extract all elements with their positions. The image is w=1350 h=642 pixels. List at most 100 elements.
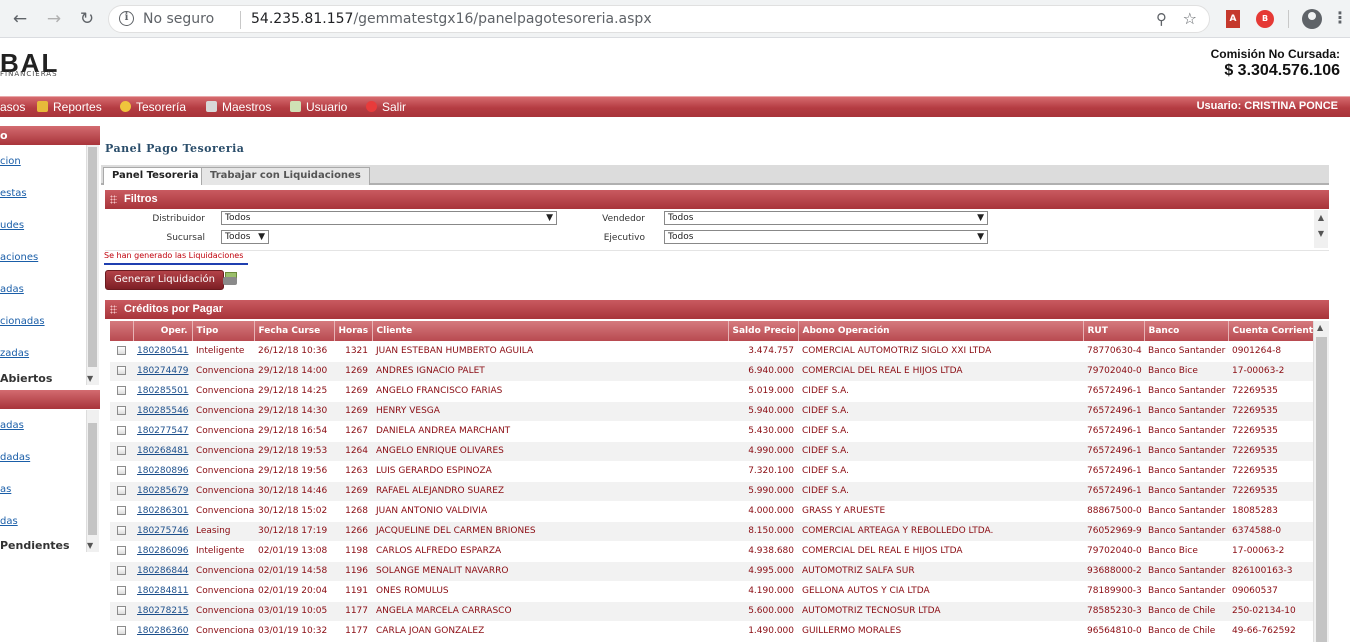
sucursal-select[interactable]: Todos ▼	[221, 230, 269, 244]
forward-icon[interactable]: →	[43, 8, 65, 30]
sidebar-link[interactable]: cionadas	[0, 316, 45, 327]
sidebar-link[interactable]: zadas	[0, 348, 29, 359]
banco-cell: Banco Santander	[1144, 461, 1228, 482]
row-checkbox[interactable]	[117, 606, 126, 615]
sidebar-link[interactable]: dadas	[0, 452, 30, 463]
scroll-down-icon[interactable]: ▼	[87, 374, 93, 383]
cliente-cell: ANGELO FRANCISCO FARIAS	[372, 381, 728, 402]
sidebar-section-abiertos[interactable]: Abiertos	[0, 372, 52, 385]
oper-link[interactable]: 180278215	[133, 601, 192, 622]
scroll-down-icon[interactable]: ▼	[87, 541, 93, 550]
row-checkbox[interactable]	[117, 366, 126, 375]
extension-icon[interactable]: B	[1256, 10, 1274, 28]
row-checkbox[interactable]	[117, 546, 126, 555]
menu-reportes[interactable]: Reportes	[37, 100, 102, 114]
table-scrollbar[interactable]: ▲	[1313, 321, 1329, 642]
reload-icon[interactable]: ↻	[76, 8, 98, 30]
column-header-banco[interactable]: Banco	[1144, 321, 1229, 341]
table-scroll-thumb[interactable]	[1316, 337, 1327, 642]
sidebar-section-pendientes[interactable]: Pendientes	[0, 539, 70, 552]
sidebar-link[interactable]: das	[0, 516, 18, 527]
column-header-abono[interactable]: Abono Operación	[798, 321, 1084, 341]
row-checkbox[interactable]	[117, 466, 126, 475]
row-checkbox-cell	[110, 501, 133, 522]
vendedor-select[interactable]: Todos ▼	[664, 211, 988, 225]
row-checkbox[interactable]	[117, 426, 126, 435]
tab-panel-tesoreria[interactable]: Panel Tesoreria	[103, 167, 208, 185]
row-checkbox[interactable]	[117, 345, 126, 355]
sidebar-link[interactable]: estas	[0, 188, 27, 199]
filters-scrollbar[interactable]: ▲ ▼	[1314, 210, 1328, 248]
sidebar-link[interactable]: adas	[0, 420, 24, 431]
oper-link[interactable]: 180284811	[133, 581, 192, 602]
ejecutivo-select[interactable]: Todos ▼	[664, 230, 988, 244]
oper-link[interactable]: 180275746	[133, 521, 192, 542]
row-checkbox[interactable]	[117, 526, 126, 535]
generar-liquidacion-button[interactable]: Generar Liquidación	[105, 270, 224, 290]
row-checkbox[interactable]	[117, 626, 126, 635]
saldo-cell: 4.990.000	[728, 441, 798, 462]
menu-kebab-icon[interactable]: ⋮	[1332, 8, 1348, 27]
star-icon[interactable]: ☆	[1183, 9, 1197, 28]
sidebar-link[interactable]: aciones	[0, 252, 38, 263]
sidebar-scroll-thumb[interactable]	[88, 147, 97, 367]
oper-link[interactable]: 180286844	[133, 561, 192, 582]
chevron-down-icon: ▼	[258, 232, 265, 242]
row-checkbox[interactable]	[117, 506, 126, 515]
back-icon[interactable]: ←	[9, 8, 31, 30]
menu-usuario[interactable]: Usuario	[290, 100, 347, 114]
info-icon[interactable]: i	[119, 11, 134, 26]
oper-link[interactable]: 180277547	[133, 421, 192, 442]
oper-link[interactable]: 180274479	[133, 361, 192, 382]
oper-link[interactable]: 180286096	[133, 541, 192, 562]
sidebar-link[interactable]: cion	[0, 156, 21, 167]
oper-link[interactable]: 180280541	[133, 341, 192, 362]
address-bar[interactable]: i No seguro 54.235.81.157/gemmatestgx16/…	[108, 5, 1210, 33]
sidebar-link[interactable]: udes	[0, 220, 24, 231]
oper-link[interactable]: 180268481	[133, 441, 192, 462]
menu-tesoreria[interactable]: Tesorería	[120, 100, 186, 114]
column-header-horas[interactable]: Horas	[334, 321, 373, 341]
row-checkbox[interactable]	[117, 446, 126, 455]
filtros-header: Filtros	[105, 190, 1329, 209]
column-header-tipo[interactable]: Tipo	[192, 321, 255, 341]
column-header-cliente[interactable]: Cliente	[372, 321, 729, 341]
row-checkbox[interactable]	[117, 386, 126, 395]
fecha-cell: 02/01/19 14:58	[254, 561, 334, 582]
scroll-up-icon[interactable]: ▲	[1317, 323, 1323, 332]
column-header-oper[interactable]: Oper.	[133, 321, 193, 341]
menu-salir[interactable]: Salir	[366, 100, 406, 114]
row-checkbox[interactable]	[117, 586, 126, 595]
tab-trabajar-liquidaciones[interactable]: Trabajar con Liquidaciones	[201, 167, 370, 185]
tipo-cell: Inteligente	[192, 541, 254, 562]
row-checkbox[interactable]	[117, 566, 126, 575]
print-icon[interactable]	[223, 272, 237, 286]
abono-cell: CIDEF S.A.	[798, 481, 1083, 502]
url-text[interactable]: 54.235.81.157/gemmatestgx16/panelpagotes…	[251, 11, 652, 27]
sidebar-scroll-thumb-2[interactable]	[88, 423, 97, 535]
column-header-fecha[interactable]: Fecha Curse	[254, 321, 335, 341]
menu-procesos[interactable]: asos	[0, 100, 25, 114]
oper-link[interactable]: 180285546	[133, 401, 192, 422]
column-header-saldo[interactable]: Saldo Precio	[728, 321, 799, 341]
row-checkbox[interactable]	[117, 406, 126, 415]
select-value: Todos	[668, 213, 694, 223]
oper-link[interactable]: 180286360	[133, 621, 192, 642]
pdf-extension-icon[interactable]: A	[1226, 10, 1240, 28]
sidebar-link[interactable]: adas	[0, 284, 24, 295]
row-checkbox[interactable]	[117, 486, 126, 495]
oper-link[interactable]: 180285501	[133, 381, 192, 402]
oper-link[interactable]: 180280896	[133, 461, 192, 482]
zoom-icon[interactable]: ⚲	[1156, 10, 1167, 28]
distribuidor-select[interactable]: Todos ▼	[221, 211, 557, 225]
column-header-rut[interactable]: RUT	[1083, 321, 1145, 341]
row-checkbox-cell	[110, 461, 133, 482]
sidebar-link[interactable]: as	[0, 484, 11, 495]
status-message: Se han generado las Liquidaciones	[104, 251, 248, 265]
menu-maestros[interactable]: Maestros	[206, 100, 271, 114]
tipo-cell: Convencional	[192, 481, 254, 502]
cliente-cell: HENRY VESGA	[372, 401, 728, 422]
account-icon[interactable]	[1302, 9, 1322, 29]
oper-link[interactable]: 180286301	[133, 501, 192, 522]
oper-link[interactable]: 180285679	[133, 481, 192, 502]
